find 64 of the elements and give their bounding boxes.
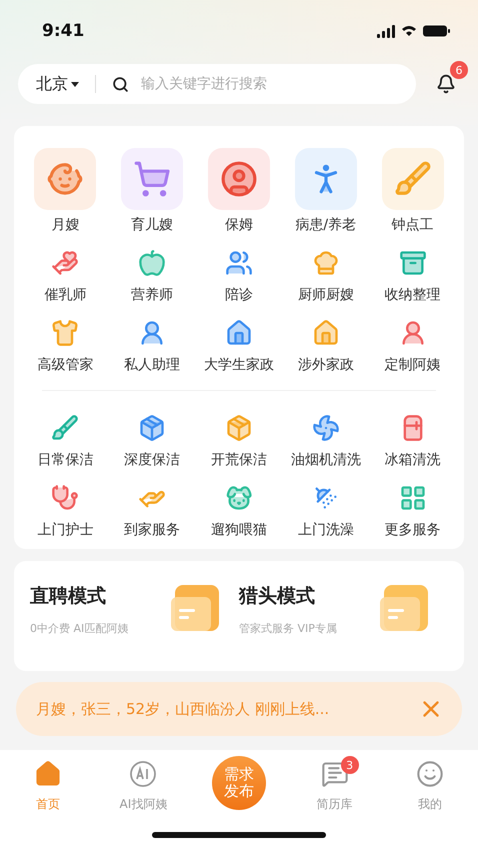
service-item[interactable]: 保姆 bbox=[196, 148, 282, 234]
service-item[interactable]: 开荒保洁 bbox=[196, 411, 282, 469]
message-icon bbox=[320, 760, 349, 788]
box-icon bbox=[398, 249, 427, 277]
mode-subtitle: 管家式服务 VIP专属 bbox=[239, 621, 337, 636]
box-icon bbox=[224, 414, 253, 442]
service-item[interactable]: 营养师 bbox=[108, 246, 196, 304]
service-item[interactable]: 油烟机清洗 bbox=[282, 411, 370, 469]
search-input[interactable]: 输入关键字进行搜索 bbox=[139, 75, 416, 93]
caret-icon bbox=[71, 82, 79, 86]
mode-title[interactable]: 猎头模式 bbox=[239, 583, 337, 609]
box-icon bbox=[138, 414, 166, 442]
brush-icon bbox=[51, 414, 80, 442]
grid-icon bbox=[398, 484, 427, 512]
service-item[interactable]: 大学生家政 bbox=[196, 316, 282, 374]
service-item[interactable]: 厨师厨嫂 bbox=[282, 246, 370, 304]
person-icon bbox=[220, 160, 258, 198]
service-item[interactable]: 遛狗喂猫 bbox=[196, 481, 282, 539]
wifi-icon bbox=[401, 25, 417, 37]
service-item[interactable]: 钟点工 bbox=[369, 148, 456, 234]
service-item[interactable]: 私人助理 bbox=[108, 316, 196, 374]
service-item[interactable]: 陪诊 bbox=[196, 246, 282, 304]
service-item[interactable]: 收纳整理 bbox=[369, 246, 456, 304]
service-item[interactable]: 上门洗澡 bbox=[282, 481, 370, 539]
chef-hat-icon bbox=[312, 249, 340, 277]
cart-icon bbox=[133, 160, 172, 198]
people-icon bbox=[224, 249, 253, 277]
signal-icon bbox=[377, 24, 395, 38]
nav-badge: 3 bbox=[340, 756, 359, 774]
brush-icon bbox=[394, 160, 432, 198]
dog-icon bbox=[224, 484, 253, 512]
fan-icon bbox=[312, 414, 340, 442]
house-icon bbox=[312, 319, 340, 347]
apple-icon bbox=[138, 249, 166, 277]
status-time: 9:41 bbox=[42, 21, 84, 41]
mode-title[interactable]: 直聘模式 bbox=[30, 583, 128, 609]
service-item[interactable]: 深度保洁 bbox=[108, 411, 196, 469]
service-item[interactable]: 定制阿姨 bbox=[369, 316, 456, 374]
ai-icon bbox=[129, 760, 158, 788]
service-item[interactable]: 月嫂 bbox=[22, 148, 109, 234]
service-item[interactable]: 涉外家政 bbox=[282, 316, 370, 374]
service-item[interactable]: 上门护士 bbox=[22, 481, 109, 539]
search-bar[interactable]: 北京 输入关键字进行搜索 bbox=[18, 64, 416, 104]
bell-icon bbox=[436, 74, 456, 94]
stethoscope-icon bbox=[51, 484, 80, 512]
service-item[interactable]: 日常保洁 bbox=[22, 411, 109, 469]
toast-text: 月嫂，张三，52岁，山西临汾人 刚刚上线... bbox=[36, 700, 330, 718]
search-icon bbox=[112, 76, 129, 92]
service-item[interactable]: 更多服务 bbox=[369, 481, 456, 539]
service-item[interactable]: 冰箱清洗 bbox=[369, 411, 456, 469]
service-item[interactable]: 到家服务 bbox=[108, 481, 196, 539]
service-item[interactable]: 育儿嫂 bbox=[108, 148, 196, 234]
smile-icon bbox=[416, 760, 444, 788]
service-item[interactable]: 催乳师 bbox=[22, 246, 109, 304]
notification-badge: 6 bbox=[450, 61, 468, 79]
battery-icon bbox=[423, 25, 450, 37]
hand-icon bbox=[51, 249, 80, 277]
service-item[interactable]: 病患/养老 bbox=[282, 148, 370, 234]
house-icon bbox=[224, 319, 253, 347]
shirt-icon bbox=[51, 319, 80, 347]
home-icon bbox=[34, 760, 62, 788]
city-selector[interactable]: 北京 bbox=[36, 74, 79, 94]
mode-subtitle: 0中介费 AI匹配阿姨 bbox=[30, 621, 128, 636]
service-item[interactable]: 高级管家 bbox=[22, 316, 109, 374]
